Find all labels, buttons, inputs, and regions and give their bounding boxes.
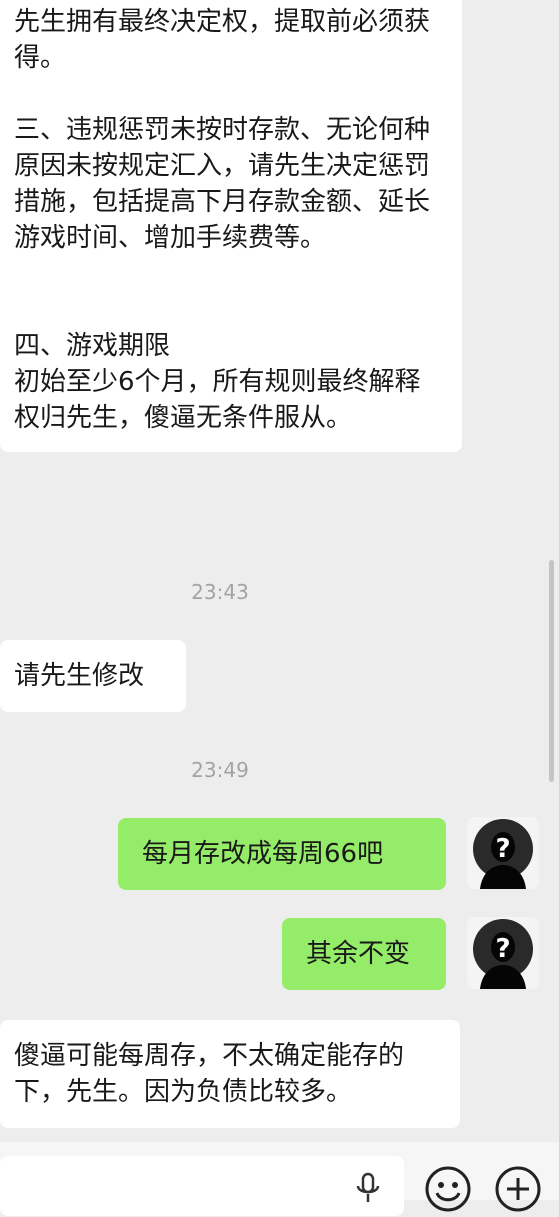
message-bubble-incoming[interactable]: 傻逼可能每周存，不太确定能存的下，先生。因为负债比较多。 [0, 1020, 460, 1128]
message-text: 三、违规惩罚未按时存款、无论何种原因未按规定汇入，请先生决定惩罚措施，包括提高下… [14, 115, 431, 253]
plus-icon[interactable] [494, 1165, 542, 1217]
scrollbar[interactable] [549, 560, 554, 782]
message-timestamp: 23:43 [191, 580, 249, 604]
message-bubble-incoming[interactable]: 先生拥有最终决定权，提取前必须获得。 三、违规惩罚未按时存款、无论何种原因未按规… [0, 0, 462, 452]
message-bubble-outgoing[interactable]: 每月存改成每周66吧 [118, 818, 446, 890]
message-text: 其余不变 [306, 939, 411, 969]
message-input[interactable] [0, 1156, 404, 1216]
avatar[interactable]: ? [467, 817, 539, 889]
message-text: 每月存改成每周66吧 [142, 839, 384, 869]
emoji-icon[interactable] [424, 1165, 472, 1217]
message-bubble-outgoing[interactable]: 其余不变 [282, 918, 446, 990]
message-text: 四、游戏期限 [14, 331, 171, 361]
message-text: 傻逼可能每周存，不太确定能存的下，先生。因为负债比较多。 [14, 1041, 405, 1107]
message-text: 初始至少6个月，所有规则最终解释权归先生，傻逼无条件服从。 [14, 367, 421, 433]
message-text: 请先生修改 [14, 661, 145, 691]
svg-text:?: ? [495, 934, 510, 964]
svg-text:?: ? [495, 834, 510, 864]
avatar-silhouette-icon: ? [467, 817, 539, 889]
avatar-silhouette-icon: ? [467, 917, 539, 989]
message-timestamp: 23:49 [191, 758, 249, 782]
avatar[interactable]: ? [467, 917, 539, 989]
message-text: 先生拥有最终决定权，提取前必须获得。 [14, 7, 431, 73]
message-bubble-incoming[interactable]: 请先生修改 [0, 640, 186, 712]
voice-icon[interactable] [354, 1172, 382, 1206]
